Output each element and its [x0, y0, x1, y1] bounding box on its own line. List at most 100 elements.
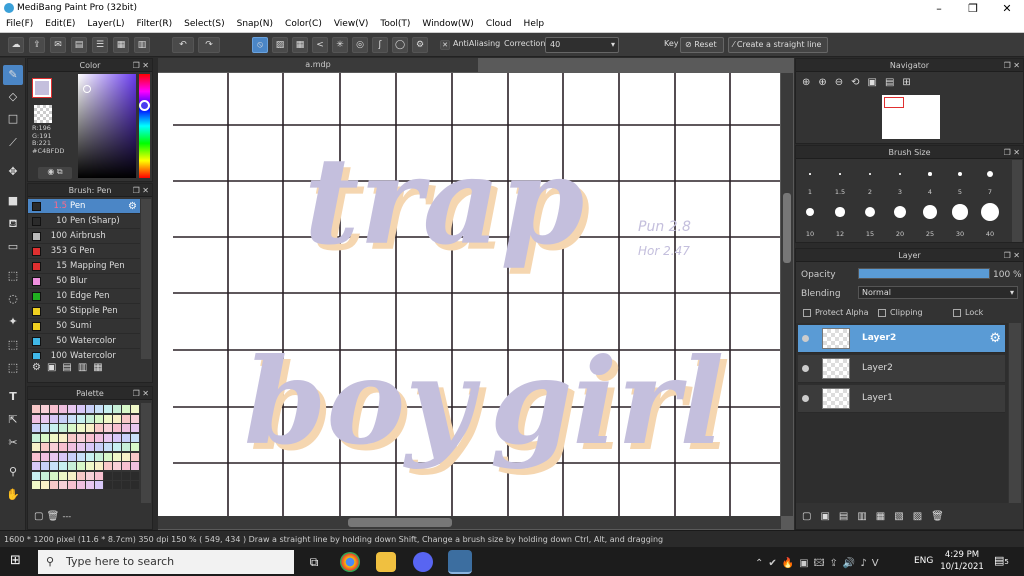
horizontal-scroll-thumb[interactable]: [348, 518, 452, 527]
menu-layer[interactable]: Layer(L): [81, 17, 130, 29]
clock[interactable]: 4:29 PM 10/1/2021: [940, 549, 984, 573]
chat-icon[interactable]: ✉: [50, 37, 66, 53]
panel-close-icon[interactable]: ❐ ✕: [1004, 146, 1020, 159]
brush-item[interactable]: 50 Stipple Pen: [28, 304, 140, 319]
page-icon[interactable]: ▤: [71, 37, 87, 53]
palette-swatch[interactable]: [50, 471, 58, 480]
palette-swatch[interactable]: [86, 443, 94, 451]
brush-item[interactable]: 353 G Pen: [28, 244, 140, 259]
palette-swatch[interactable]: [50, 424, 58, 432]
palette-swatch[interactable]: [41, 471, 49, 480]
hue-handle[interactable]: [139, 100, 150, 111]
palette-swatch[interactable]: [68, 433, 76, 442]
clipping-checkbox[interactable]: [878, 309, 886, 317]
panel-close-icon[interactable]: ❐ ✕: [133, 184, 149, 197]
menu-window[interactable]: Window(W): [416, 17, 479, 29]
palette-swatch[interactable]: [77, 452, 85, 461]
layer-row[interactable]: Layer1: [798, 385, 1005, 413]
palette-swatch[interactable]: [86, 433, 94, 442]
brush-size-scrollbar[interactable]: [1012, 160, 1022, 242]
palette-swatch[interactable]: [77, 443, 85, 451]
palette-swatch[interactable]: [41, 462, 49, 470]
palette-swatch[interactable]: [41, 424, 49, 432]
palette-swatch[interactable]: [104, 414, 112, 423]
palette-swatch[interactable]: [77, 481, 85, 489]
palette-swatch[interactable]: [104, 424, 112, 432]
palette-swatch[interactable]: [122, 405, 130, 413]
file-explorer-icon[interactable]: [376, 552, 396, 572]
grid-icon[interactable]: ▦: [113, 37, 129, 53]
palette-swatch[interactable]: [122, 443, 130, 451]
saturation-value-picker[interactable]: [78, 74, 136, 178]
palette-swatch[interactable]: [131, 462, 139, 470]
palette-swatch[interactable]: [68, 443, 76, 451]
menu-tool[interactable]: Tool(T): [374, 17, 416, 29]
protect-alpha-checkbox[interactable]: [803, 309, 811, 317]
palette-swatch[interactable]: [122, 433, 130, 442]
palette-swatch[interactable]: [113, 414, 121, 423]
palette-swatch[interactable]: [59, 405, 67, 413]
close-button[interactable]: ✕: [990, 0, 1024, 17]
dot-tool-icon[interactable]: ⟋: [3, 133, 23, 153]
medibang-taskbar-icon[interactable]: [448, 550, 472, 574]
menu-view[interactable]: View(V): [328, 17, 375, 29]
palette-swatch[interactable]: [32, 452, 40, 461]
snap-vanish-icon[interactable]: <: [312, 37, 328, 53]
eye-icon[interactable]: [802, 395, 809, 402]
palette-swatch[interactable]: [77, 424, 85, 432]
palette-swatch[interactable]: [122, 471, 130, 480]
undo-icon[interactable]: ↶: [172, 37, 194, 53]
brush-size-dot[interactable]: [981, 203, 999, 221]
palette-swatch[interactable]: [113, 481, 121, 489]
select-eraser-tool-icon[interactable]: ⬚: [3, 358, 23, 378]
navigator-viewport[interactable]: [884, 97, 904, 108]
reset-button[interactable]: ⊘ Reset: [680, 37, 724, 53]
palette-swatch[interactable]: [113, 443, 121, 451]
palette-swatch[interactable]: [77, 405, 85, 413]
palette-swatch[interactable]: [104, 481, 112, 489]
palette-swatch[interactable]: [86, 414, 94, 423]
brush-item[interactable]: 10 Edge Pen: [28, 289, 140, 304]
palette-swatch[interactable]: [86, 405, 94, 413]
operation-tool-icon[interactable]: ⇱: [3, 410, 23, 430]
brush-size-dot[interactable]: [923, 205, 937, 219]
color-mode-buttons[interactable]: ◉ ⧉: [38, 167, 72, 179]
palette-scrollbar[interactable]: [141, 403, 151, 503]
tray-icons[interactable]: ⌃✔🔥▣🖾⇪🔊♪V: [755, 556, 884, 573]
palette-swatch[interactable]: [113, 462, 121, 470]
palette-swatch[interactable]: [95, 471, 103, 480]
redo-icon[interactable]: ↷: [198, 37, 220, 53]
palette-swatch[interactable]: [41, 433, 49, 442]
cloud-icon[interactable]: ☁: [8, 37, 24, 53]
brush-size-dot[interactable]: [986, 170, 994, 178]
palette-swatch[interactable]: [104, 471, 112, 480]
brush-size-dot[interactable]: [952, 204, 968, 220]
palette-swatch[interactable]: [32, 481, 40, 489]
palette-swatch[interactable]: [50, 433, 58, 442]
rect-select-tool-icon[interactable]: □: [3, 109, 23, 129]
menu-snap[interactable]: Snap(N): [231, 17, 279, 29]
eye-icon[interactable]: [802, 335, 809, 342]
bucket-tool-icon[interactable]: ⛾: [3, 214, 23, 234]
menu-select[interactable]: Select(S): [178, 17, 231, 29]
brush-item[interactable]: 10 Pen (Sharp): [28, 214, 140, 229]
brush-size-dot[interactable]: [864, 206, 876, 218]
move-tool-icon[interactable]: ✥: [3, 162, 23, 182]
palette-swatch[interactable]: [50, 481, 58, 489]
palette-swatch[interactable]: [104, 443, 112, 451]
magic-wand-tool-icon[interactable]: ✦: [3, 312, 23, 332]
palette-swatch[interactable]: [68, 405, 76, 413]
snap-curve-icon[interactable]: ʃ: [372, 37, 388, 53]
brush-tool-icon[interactable]: ✎: [3, 65, 23, 85]
navigator-tools[interactable]: ⊕⊕⊖⟲▣▤⊞: [802, 77, 919, 88]
palette-swatch[interactable]: [131, 452, 139, 461]
hand-tool-icon[interactable]: ✋: [3, 485, 23, 505]
palette-swatch[interactable]: [95, 414, 103, 423]
palette-swatch[interactable]: [131, 471, 139, 480]
palette-swatch[interactable]: [68, 481, 76, 489]
snap-settings-icon[interactable]: ⚙: [412, 37, 428, 53]
gradation-tool-icon[interactable]: ▭: [3, 237, 23, 257]
straight-line-button[interactable]: ⁄ Create a straight line: [728, 37, 828, 53]
text-tool-icon[interactable]: T: [3, 387, 23, 407]
task-view-icon[interactable]: ⧉: [304, 552, 324, 572]
